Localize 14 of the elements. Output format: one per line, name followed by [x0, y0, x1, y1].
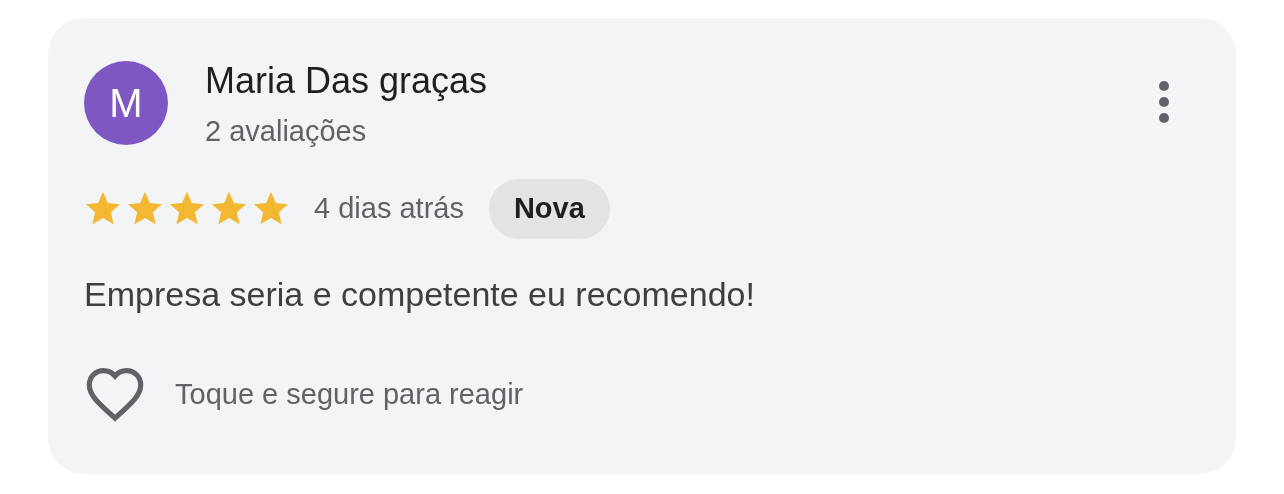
more-vert-icon	[1158, 81, 1170, 123]
star-icon	[252, 191, 290, 227]
star-icon	[126, 191, 164, 227]
avatar-letter: M	[109, 80, 143, 127]
author-name[interactable]: Maria Das graças	[205, 59, 488, 103]
new-badge: Nova	[488, 179, 610, 239]
review-time: 4 dias atrás	[314, 191, 464, 227]
review-text: Empresa seria e competente eu recomendo!	[84, 274, 756, 315]
review-count: 2 avaliações	[205, 114, 368, 149]
react-hint: Toque e segure para reagir	[175, 377, 524, 413]
star-icon	[84, 191, 122, 227]
star-icon	[210, 191, 248, 227]
heart-icon[interactable]	[84, 368, 146, 422]
star-icon	[168, 191, 206, 227]
